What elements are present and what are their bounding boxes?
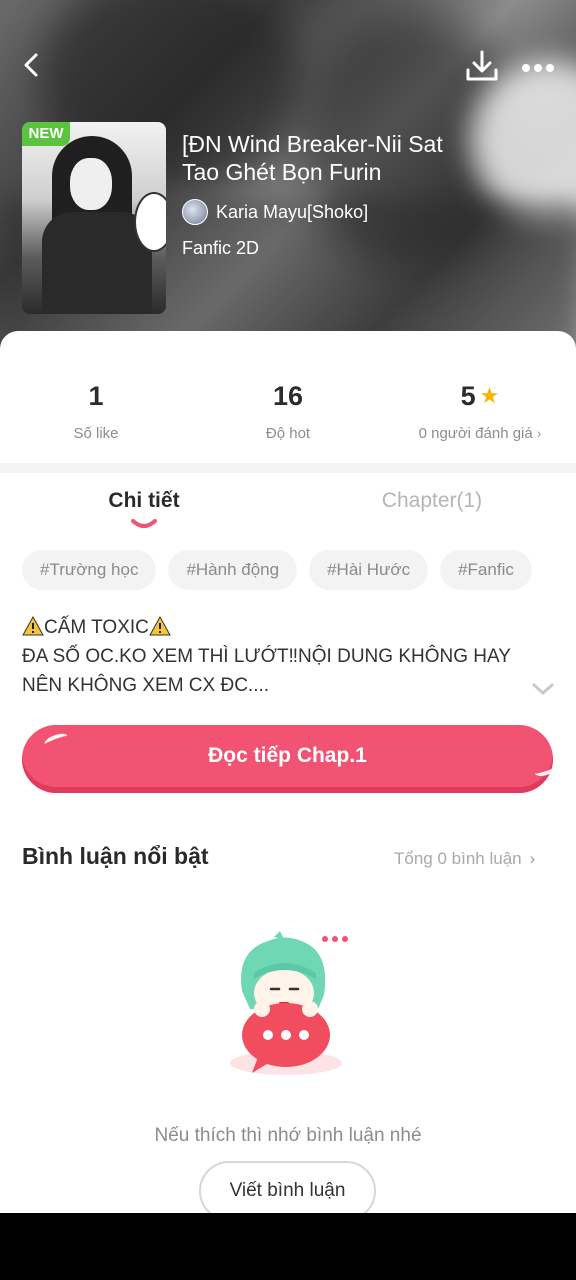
stat-hot-value: 16 (272, 381, 304, 411)
stats-row: 1 Số like 16 Độ hot 5 ★ 0 người đánh giá › (0, 331, 576, 461)
download-icon (466, 50, 498, 81)
comments-total-label: Tổng 0 bình luận (394, 849, 522, 868)
chevron-left-icon (24, 53, 38, 77)
more-button[interactable] (518, 56, 558, 80)
story-title: [ĐN Wind Breaker-Nii Sat Tao Ghét Bọn Fu… (182, 131, 443, 185)
tag-item[interactable]: #Hài Hước (309, 550, 429, 590)
description-line-3: NÊN KHÔNG XEM CX ĐC.... (22, 675, 270, 696)
stat-rating-label: 0 người đánh giá (418, 425, 533, 442)
continue-reading-button[interactable]: Đọc tiếp Chap.1 (22, 725, 553, 793)
empty-comments-mascot (230, 931, 348, 1075)
story-genre: Fanfic 2D (182, 238, 260, 258)
stat-likes-label: Số like (73, 425, 119, 442)
tag-list: #Trường học #Hành động #Hài Hước #Fanfic (22, 550, 532, 590)
new-badge: NEW (22, 122, 70, 146)
stat-likes: 1 Số like (0, 379, 192, 442)
story-cover[interactable] (22, 122, 166, 314)
tag-item[interactable]: #Hành động (168, 550, 298, 590)
stat-likes-value: 1 (88, 381, 104, 411)
story-description: CẤM TOXIC ĐA SỐ OC.KO XEM THÌ LƯỚT‼NỘI D… (22, 613, 542, 700)
tab-bar: Chi tiết Chapter(1) (0, 483, 576, 535)
stat-hot-label: Độ hot (265, 425, 311, 442)
active-tab-indicator (131, 519, 157, 528)
description-line-1: CẤM TOXIC (44, 617, 149, 638)
detail-sheet: 1 Số like 16 Độ hot 5 ★ 0 người đánh giá ›… (0, 331, 576, 1213)
tab-chapters[interactable]: Chapter(1) (288, 483, 576, 519)
description-line-2: ĐA SỐ OC.KO XEM THÌ LƯỚT‼NỘI DUNG KHÔNG … (22, 646, 511, 667)
download-button[interactable] (464, 48, 500, 84)
tag-item[interactable]: #Fanfic (440, 550, 532, 590)
section-divider (0, 463, 576, 473)
system-nav-bar (0, 1213, 576, 1280)
comments-section-title: Bình luận nổi bật (22, 843, 209, 869)
chevron-down-icon[interactable] (530, 681, 556, 697)
star-icon: ★ (479, 383, 500, 408)
author-avatar (182, 199, 208, 225)
tab-details[interactable]: Chi tiết (0, 483, 288, 519)
author-name: Karia Mayu[Shoko] (216, 201, 369, 222)
warning-icon (149, 616, 171, 636)
back-button[interactable] (18, 48, 46, 82)
write-comment-button[interactable]: Viết bình luận (199, 1161, 376, 1213)
stat-rating[interactable]: 5 ★ 0 người đánh giá › (384, 379, 576, 442)
tag-item[interactable]: #Trường học (22, 550, 157, 590)
chevron-right-icon: › (536, 425, 542, 441)
stat-hot: 16 Độ hot (192, 379, 384, 442)
comments-total-link[interactable]: Tổng 0 bình luận › (394, 849, 535, 869)
stat-rating-value: 5 (460, 381, 476, 411)
chevron-right-icon: › (529, 849, 536, 868)
warning-icon (22, 616, 44, 636)
more-dots-icon (522, 64, 554, 72)
author[interactable]: Karia Mayu[Shoko] (182, 198, 368, 226)
continue-reading-label: Đọc tiếp Chap.1 (208, 744, 367, 767)
empty-comments-hint: Nếu thích thì nhớ bình luận nhé (154, 1125, 422, 1146)
